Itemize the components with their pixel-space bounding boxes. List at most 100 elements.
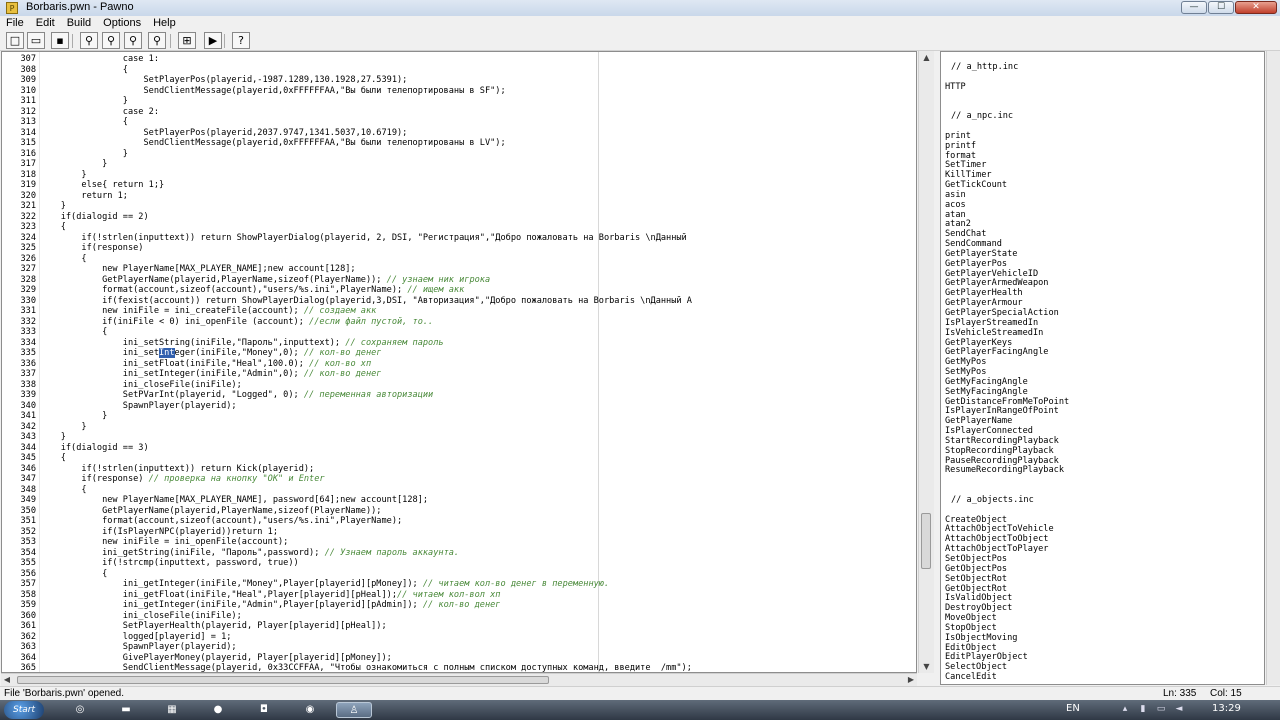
code-line[interactable]: 325 if(response) bbox=[2, 243, 916, 254]
function-list-item[interactable]: SendChat bbox=[945, 229, 986, 239]
code-line[interactable]: 339 SetPVarInt(playerid, "Logged", 0); /… bbox=[2, 390, 916, 401]
function-list-item[interactable]: GetPlayerPos bbox=[945, 259, 1007, 269]
function-list-item[interactable]: GetDistanceFromMeToPoint bbox=[945, 397, 1069, 407]
function-list-item[interactable]: MoveObject bbox=[945, 613, 997, 623]
menu-help[interactable]: Help bbox=[147, 16, 182, 31]
code-line[interactable]: 364 GivePlayerMoney(playerid, Player[pla… bbox=[2, 653, 916, 664]
function-list-item[interactable]: IsValidObject bbox=[945, 593, 1012, 603]
function-list-item[interactable]: AttachObjectToPlayer bbox=[945, 544, 1048, 554]
goto-icon[interactable]: ⚲ bbox=[148, 32, 166, 49]
code-line[interactable]: 347 if(response) // проверка на кнопку "… bbox=[2, 474, 916, 485]
code-line[interactable]: 348 { bbox=[2, 485, 916, 496]
code-line[interactable]: 318 } bbox=[2, 170, 916, 181]
taskbar-folder-icon[interactable]: ▦ bbox=[154, 702, 190, 718]
find-icon[interactable]: ⚲ bbox=[80, 32, 98, 49]
function-list-item[interactable]: StartRecordingPlayback bbox=[945, 436, 1059, 446]
maximize-button[interactable]: ☐ bbox=[1208, 1, 1234, 14]
code-line[interactable]: 343 } bbox=[2, 432, 916, 443]
start-button[interactable]: Start bbox=[4, 701, 44, 719]
function-list-item[interactable]: print bbox=[945, 131, 971, 141]
menu-options[interactable]: Options bbox=[97, 16, 147, 31]
editor-vscroll-thumb[interactable] bbox=[921, 513, 931, 569]
code-line[interactable]: 353 new iniFile = ini_openFile(account); bbox=[2, 537, 916, 548]
tray-volume-icon[interactable]: ◄ bbox=[1174, 704, 1184, 714]
function-list-item[interactable]: StopRecordingPlayback bbox=[945, 446, 1054, 456]
code-line[interactable]: 341 } bbox=[2, 411, 916, 422]
code-line[interactable]: 323 { bbox=[2, 222, 916, 233]
language-indicator[interactable]: EN bbox=[1066, 703, 1080, 714]
menu-file[interactable]: File bbox=[0, 16, 30, 31]
code-line[interactable]: 330 if(fexist(account)) return ShowPlaye… bbox=[2, 296, 916, 307]
code-line[interactable]: 363 SpawnPlayer(playerid); bbox=[2, 642, 916, 653]
code-line[interactable]: 314 SetPlayerPos(playerid,2037.9747,1341… bbox=[2, 128, 916, 139]
function-list-item[interactable]: EditPlayerObject bbox=[945, 652, 1028, 662]
code-line[interactable]: 317 } bbox=[2, 159, 916, 170]
function-list-item[interactable]: SelectObject bbox=[945, 662, 1007, 672]
function-list-item[interactable]: printf bbox=[945, 141, 976, 151]
function-list-item[interactable]: IsPlayerStreamedIn bbox=[945, 318, 1038, 328]
help-icon[interactable]: ? bbox=[232, 32, 250, 49]
code-line[interactable]: 344 if(dialogid == 3) bbox=[2, 443, 916, 454]
function-list-item[interactable]: AttachObjectToVehicle bbox=[945, 524, 1054, 534]
code-line[interactable]: 309 SetPlayerPos(playerid,-1987.1289,130… bbox=[2, 75, 916, 86]
function-list-item[interactable]: GetPlayerKeys bbox=[945, 338, 1012, 348]
function-list-item[interactable]: atan2 bbox=[945, 219, 971, 229]
function-list-item[interactable]: GetPlayerArmour bbox=[945, 298, 1023, 308]
tray-battery-icon[interactable]: ▭ bbox=[1156, 704, 1166, 714]
taskbar-pawno-icon[interactable]: ♙ bbox=[336, 702, 372, 718]
tray-flag-icon[interactable]: ▴ bbox=[1120, 704, 1130, 714]
function-list-item[interactable]: SetMyFacingAngle bbox=[945, 387, 1028, 397]
editor-horizontal-scrollbar[interactable]: ◀ ▶ bbox=[1, 673, 917, 686]
open-folder-icon[interactable]: ▭ bbox=[27, 32, 45, 49]
function-list-item[interactable]: GetPlayerState bbox=[945, 249, 1017, 259]
minimize-button[interactable]: — bbox=[1181, 1, 1207, 14]
code-line[interactable]: 358 ini_getFloat(iniFile,"Heal",Player[p… bbox=[2, 590, 916, 601]
function-list-item[interactable]: GetMyPos bbox=[945, 357, 986, 367]
code-line[interactable]: 319 else{ return 1;} bbox=[2, 180, 916, 191]
function-list-item[interactable]: GetPlayerVehicleID bbox=[945, 269, 1038, 279]
code-line[interactable]: 324 if(!strlen(inputtext)) return ShowPl… bbox=[2, 233, 916, 244]
close-button[interactable]: ✕ bbox=[1235, 1, 1277, 14]
function-list-item[interactable]: CreateObject bbox=[945, 515, 1007, 525]
code-line[interactable]: 345 { bbox=[2, 453, 916, 464]
code-line[interactable]: 308 { bbox=[2, 65, 916, 76]
code-line[interactable]: 322 if(dialogid == 2) bbox=[2, 212, 916, 223]
taskbar-media-icon[interactable]: ● bbox=[200, 702, 236, 718]
save-icon[interactable]: ▪ bbox=[51, 32, 69, 49]
code-line[interactable]: 332 if(iniFile < 0) ini_openFile (accoun… bbox=[2, 317, 916, 328]
function-list-item[interactable]: GetTickCount bbox=[945, 180, 1007, 190]
scroll-up-arrow-icon[interactable]: ▲ bbox=[920, 51, 933, 64]
function-list-item[interactable]: atan bbox=[945, 210, 966, 220]
tray-network-icon[interactable]: ▮ bbox=[1138, 704, 1148, 714]
function-list-item[interactable]: AttachObjectToObject bbox=[945, 534, 1048, 544]
taskbar-ie-icon[interactable]: ◎ bbox=[62, 702, 98, 718]
code-line[interactable]: 351 format(account,sizeof(account),"user… bbox=[2, 516, 916, 527]
code-line[interactable]: 337 ini_setInteger(iniFile,"Admin",0); /… bbox=[2, 369, 916, 380]
scroll-right-arrow-icon[interactable]: ▶ bbox=[905, 674, 917, 686]
run-icon[interactable]: ▶ bbox=[204, 32, 222, 49]
function-list-item[interactable]: IsPlayerInRangeOfPoint bbox=[945, 406, 1059, 416]
function-list-item[interactable]: CancelEdit bbox=[945, 672, 997, 682]
function-list-item[interactable]: SetObjectPos bbox=[945, 554, 1007, 564]
code-line[interactable]: 321 } bbox=[2, 201, 916, 212]
code-line[interactable]: 313 { bbox=[2, 117, 916, 128]
code-line[interactable]: 335 ini_setInteger(iniFile,"Money",0); /… bbox=[2, 348, 916, 359]
function-list-item[interactable]: GetObjectPos bbox=[945, 564, 1007, 574]
code-line[interactable]: 316 } bbox=[2, 149, 916, 160]
taskbar-app-icon[interactable]: ▬ bbox=[108, 702, 144, 718]
function-list-item[interactable]: GetPlayerFacingAngle bbox=[945, 347, 1048, 357]
code-line[interactable]: 340 SpawnPlayer(playerid); bbox=[2, 401, 916, 412]
function-list-item[interactable]: IsVehicleStreamedIn bbox=[945, 328, 1043, 338]
function-list-item[interactable]: asin bbox=[945, 190, 966, 200]
code-line[interactable]: 355 if(!strcmp(inputtext, password, true… bbox=[2, 558, 916, 569]
code-line[interactable]: 342 } bbox=[2, 422, 916, 433]
taskbar-chrome-icon[interactable]: ◉ bbox=[292, 702, 328, 718]
code-line[interactable]: 360 ini_closeFile(iniFile); bbox=[2, 611, 916, 622]
function-list-item[interactable]: ResumeRecordingPlayback bbox=[945, 465, 1064, 475]
menu-edit[interactable]: Edit bbox=[30, 16, 61, 31]
find-next-icon[interactable]: ⚲ bbox=[102, 32, 120, 49]
code-line[interactable]: 354 ini_getString(iniFile, "Пароль",pass… bbox=[2, 548, 916, 559]
code-line[interactable]: 352 if(IsPlayerNPC(playerid))return 1; bbox=[2, 527, 916, 538]
code-line[interactable]: 334 ini_setString(iniFile,"Пароль",input… bbox=[2, 338, 916, 349]
taskbar-player-icon[interactable]: ◘ bbox=[246, 702, 282, 718]
